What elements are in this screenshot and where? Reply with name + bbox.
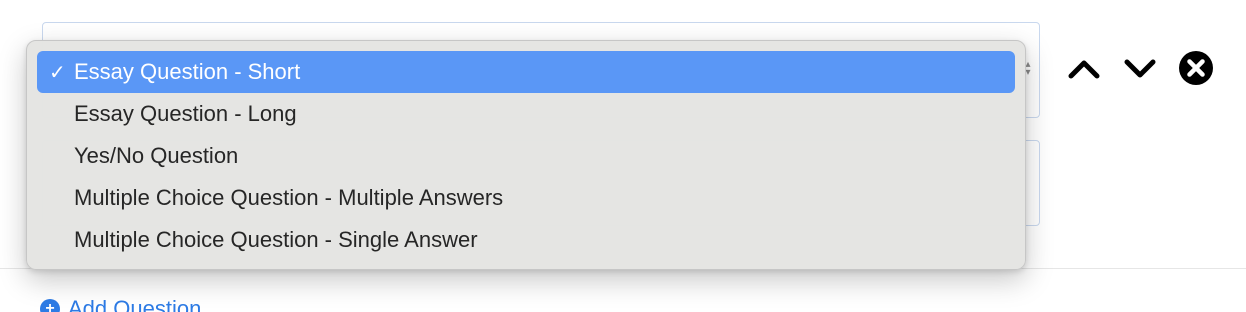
add-question-label: Add Question xyxy=(68,296,202,312)
question-editor: ▴ ▾ + Add Question ✓ Essay Question - Sh… xyxy=(0,0,1246,312)
plus-circle-icon: + xyxy=(40,299,60,312)
add-question-link[interactable]: + Add Question xyxy=(40,296,201,312)
option-label: Yes/No Question xyxy=(74,143,239,168)
option-label: Multiple Choice Question - Multiple Answ… xyxy=(74,185,504,210)
move-down-button[interactable] xyxy=(1120,48,1160,88)
option-label: Multiple Choice Question - Single Answer xyxy=(74,227,478,252)
chevron-down-icon xyxy=(1124,59,1156,78)
close-circle-icon xyxy=(1179,51,1213,85)
chevron-up-icon xyxy=(1068,60,1100,79)
option-essay-short[interactable]: ✓ Essay Question - Short xyxy=(37,51,1015,93)
option-label: Essay Question - Long xyxy=(74,101,297,126)
question-actions xyxy=(1064,48,1216,88)
question-type-dropdown: ✓ Essay Question - Short Essay Question … xyxy=(26,40,1026,270)
move-up-button[interactable] xyxy=(1064,48,1104,88)
option-essay-long[interactable]: Essay Question - Long xyxy=(37,93,1015,135)
option-yes-no[interactable]: Yes/No Question xyxy=(37,135,1015,177)
option-label: Essay Question - Short xyxy=(74,59,301,84)
option-multiple-choice-multiple[interactable]: Multiple Choice Question - Multiple Answ… xyxy=(37,177,1015,219)
checkmark-icon: ✓ xyxy=(49,60,66,84)
delete-question-button[interactable] xyxy=(1176,48,1216,88)
option-multiple-choice-single[interactable]: Multiple Choice Question - Single Answer xyxy=(37,219,1015,261)
